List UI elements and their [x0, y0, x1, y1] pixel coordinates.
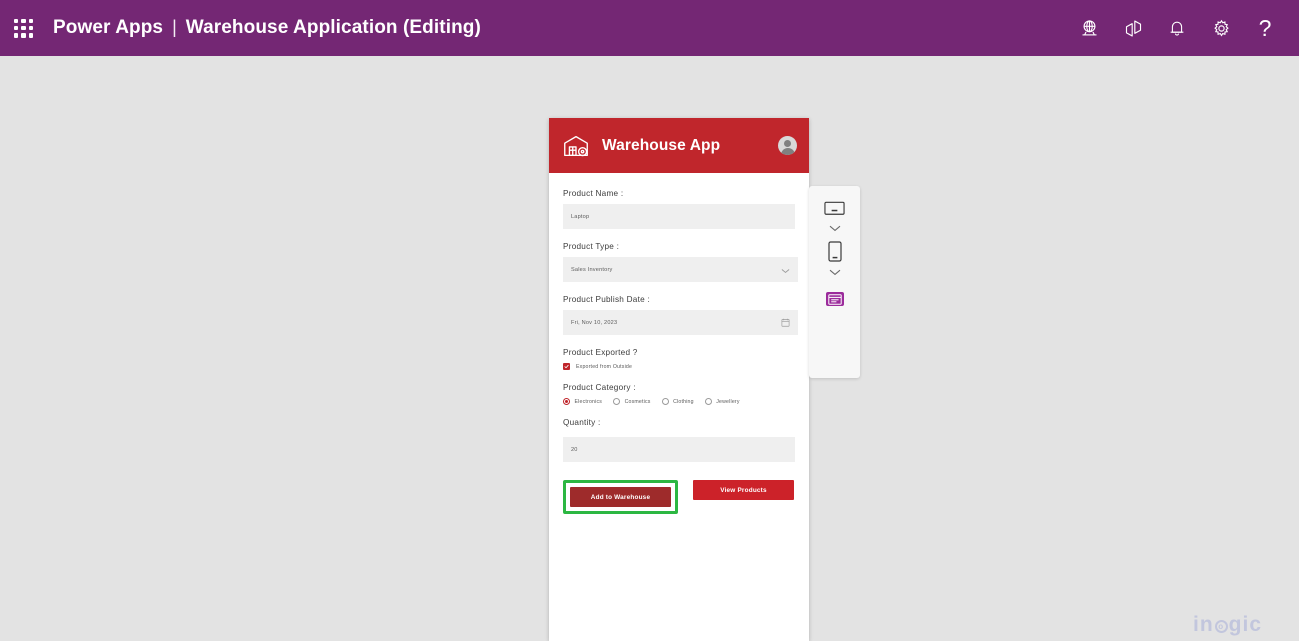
- product-type-value: Sales Inventory: [571, 266, 613, 273]
- form-action-buttons: Add to Warehouse View Products: [563, 480, 795, 514]
- app-name-label: Warehouse Application (Editing): [185, 17, 481, 38]
- top-command-bar: Power Apps | Warehouse Application (Edit…: [0, 0, 1299, 56]
- chevron-down-icon[interactable]: [829, 220, 841, 236]
- powerapps-brand-label[interactable]: Power Apps: [53, 17, 163, 39]
- exported-from-outside-checkbox[interactable]: Exported from Outside: [563, 363, 795, 370]
- radio-option-clothing[interactable]: Clothing: [661, 398, 694, 405]
- quantity-label: Quantity :: [563, 418, 601, 427]
- add-to-warehouse-highlight-box: Add to Warehouse: [563, 480, 678, 514]
- top-bar-actions: ?: [1067, 0, 1299, 56]
- notification-bell-icon[interactable]: [1155, 6, 1199, 50]
- add-to-warehouse-button[interactable]: Add to Warehouse: [570, 487, 671, 507]
- quantity-value: 20: [571, 446, 578, 453]
- help-icon[interactable]: ?: [1243, 6, 1287, 50]
- exported-from-outside-label: Exported from Outside: [576, 363, 633, 370]
- product-name-input[interactable]: Laptop: [563, 204, 795, 229]
- field-quantity: Quantity : 20: [563, 418, 795, 462]
- app-header-bar: Warehouse App: [549, 118, 809, 173]
- quantity-input[interactable]: 20: [563, 437, 795, 462]
- radio-selected-icon: [563, 398, 570, 405]
- inogic-watermark-logo: in o gic: [1193, 613, 1262, 637]
- radio-option-cosmetics[interactable]: Cosmetics: [613, 398, 651, 405]
- product-exported-label: Product Exported ?: [563, 348, 638, 357]
- brand-separator: |: [172, 17, 177, 37]
- watermark-prefix: in: [1193, 613, 1214, 636]
- browser-card-icon[interactable]: [825, 292, 844, 306]
- field-product-name: Product Name : Laptop: [563, 189, 795, 229]
- product-category-label: Product Category :: [563, 383, 636, 392]
- product-name-value: Laptop: [571, 213, 590, 220]
- product-category-radio-group: Electronics Cosmetics Clothing Jewellery: [563, 398, 795, 405]
- app-form-body: Product Name : Laptop Product Type : Sal…: [549, 173, 809, 514]
- user-avatar[interactable]: [778, 136, 797, 155]
- radio-label-cosmetics: Cosmetics: [624, 398, 651, 405]
- app-title-label: Warehouse App: [602, 136, 721, 154]
- product-publish-date-input[interactable]: Fri, Nov 10, 2023: [563, 310, 798, 335]
- settings-gear-icon[interactable]: [1199, 6, 1243, 50]
- watermark-suffix: gic: [1228, 613, 1263, 636]
- product-name-label: Product Name :: [563, 189, 624, 198]
- radio-label-clothing: Clothing: [673, 398, 694, 405]
- chevron-down-icon: [781, 261, 790, 279]
- app-designer-canvas: Warehouse App Product Name : Laptop Prod…: [0, 56, 1299, 641]
- radio-option-electronics[interactable]: Electronics: [563, 398, 602, 405]
- help-question-glyph: ?: [1258, 14, 1272, 41]
- radio-label-electronics: Electronics: [574, 398, 603, 405]
- view-products-button[interactable]: View Products: [693, 480, 794, 500]
- device-preview-panel: [809, 186, 860, 378]
- field-product-category: Product Category : Electronics Cosmetics…: [563, 383, 795, 405]
- product-type-label: Product Type :: [563, 242, 620, 251]
- radio-unselected-icon: [613, 398, 621, 405]
- radio-unselected-icon: [661, 398, 669, 405]
- apps-icon[interactable]: [1111, 6, 1155, 50]
- radio-option-jewellery[interactable]: Jewellery: [704, 398, 740, 405]
- brand-title-group: Power Apps | Warehouse Application (Edit…: [53, 17, 481, 39]
- radio-unselected-icon: [704, 398, 712, 405]
- product-publish-date-value: Fri, Nov 10, 2023: [571, 319, 618, 326]
- field-product-publish-date: Product Publish Date : Fri, Nov 10, 2023: [563, 295, 798, 335]
- phone-icon[interactable]: [824, 240, 846, 262]
- checkbox-checked-icon: [563, 363, 570, 370]
- product-type-dropdown[interactable]: Sales Inventory: [563, 257, 798, 282]
- calendar-icon[interactable]: [781, 314, 790, 332]
- warehouse-gear-icon: [561, 131, 591, 161]
- watermark-mark: o: [1214, 619, 1228, 633]
- environment-icon[interactable]: [1067, 6, 1111, 50]
- chevron-down-icon[interactable]: [829, 264, 841, 280]
- app-preview-card: Warehouse App Product Name : Laptop Prod…: [549, 118, 809, 641]
- app-launcher-waffle-icon[interactable]: [14, 18, 33, 38]
- field-product-exported: Product Exported ? Exported from Outside: [563, 348, 795, 370]
- monitor-icon[interactable]: [824, 200, 846, 218]
- radio-label-jewellery: Jewellery: [716, 398, 740, 405]
- field-product-type: Product Type : Sales Inventory: [563, 242, 798, 282]
- product-publish-date-label: Product Publish Date :: [563, 295, 650, 304]
